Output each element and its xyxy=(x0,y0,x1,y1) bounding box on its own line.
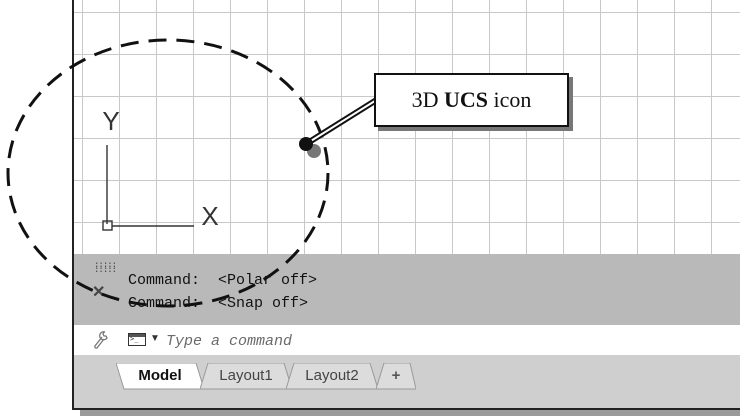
ucs-x-label: X xyxy=(201,201,218,231)
tab-layout1-label: Layout1 xyxy=(219,367,273,384)
autocad-window: Y X :::::::::: ✕ Command: <Polar off> Co… xyxy=(72,0,740,410)
ucs-y-label: Y xyxy=(102,106,119,136)
drawing-viewport[interactable]: Y X xyxy=(74,0,740,254)
tab-model-label: Model xyxy=(138,367,182,384)
grip-handle[interactable]: :::::::::: xyxy=(94,261,117,275)
callout-prefix: 3D xyxy=(411,87,444,112)
command-history-panel: :::::::::: ✕ Command: <Polar off> Comman… xyxy=(74,254,740,325)
command-history-line: Command: <Snap off> xyxy=(128,295,309,312)
plus-icon: + xyxy=(391,367,401,384)
tab-layout2-label: Layout2 xyxy=(305,367,359,384)
layout-tab-bar: Model Layout1 Layout2 + xyxy=(74,355,740,408)
callout-label: 3D UCS icon xyxy=(374,73,569,127)
command-prompt-icon[interactable] xyxy=(128,333,146,346)
callout-bold: UCS xyxy=(443,87,488,112)
tab-layout2[interactable]: Layout2 xyxy=(286,363,378,391)
add-layout-button[interactable]: + xyxy=(376,363,416,391)
wrench-icon[interactable] xyxy=(92,330,110,355)
close-icon[interactable]: ✕ xyxy=(92,282,105,302)
tab-model[interactable]: Model xyxy=(116,363,204,391)
ucs-icon: Y X xyxy=(102,106,219,231)
command-line: ▼ xyxy=(74,325,740,355)
window-shadow xyxy=(80,410,740,416)
command-input[interactable] xyxy=(164,329,728,353)
callout-suffix: icon xyxy=(488,87,532,112)
command-history-line: Command: <Polar off> xyxy=(128,272,318,289)
tab-layout1[interactable]: Layout1 xyxy=(200,363,292,391)
chevron-down-icon[interactable]: ▼ xyxy=(150,333,160,344)
